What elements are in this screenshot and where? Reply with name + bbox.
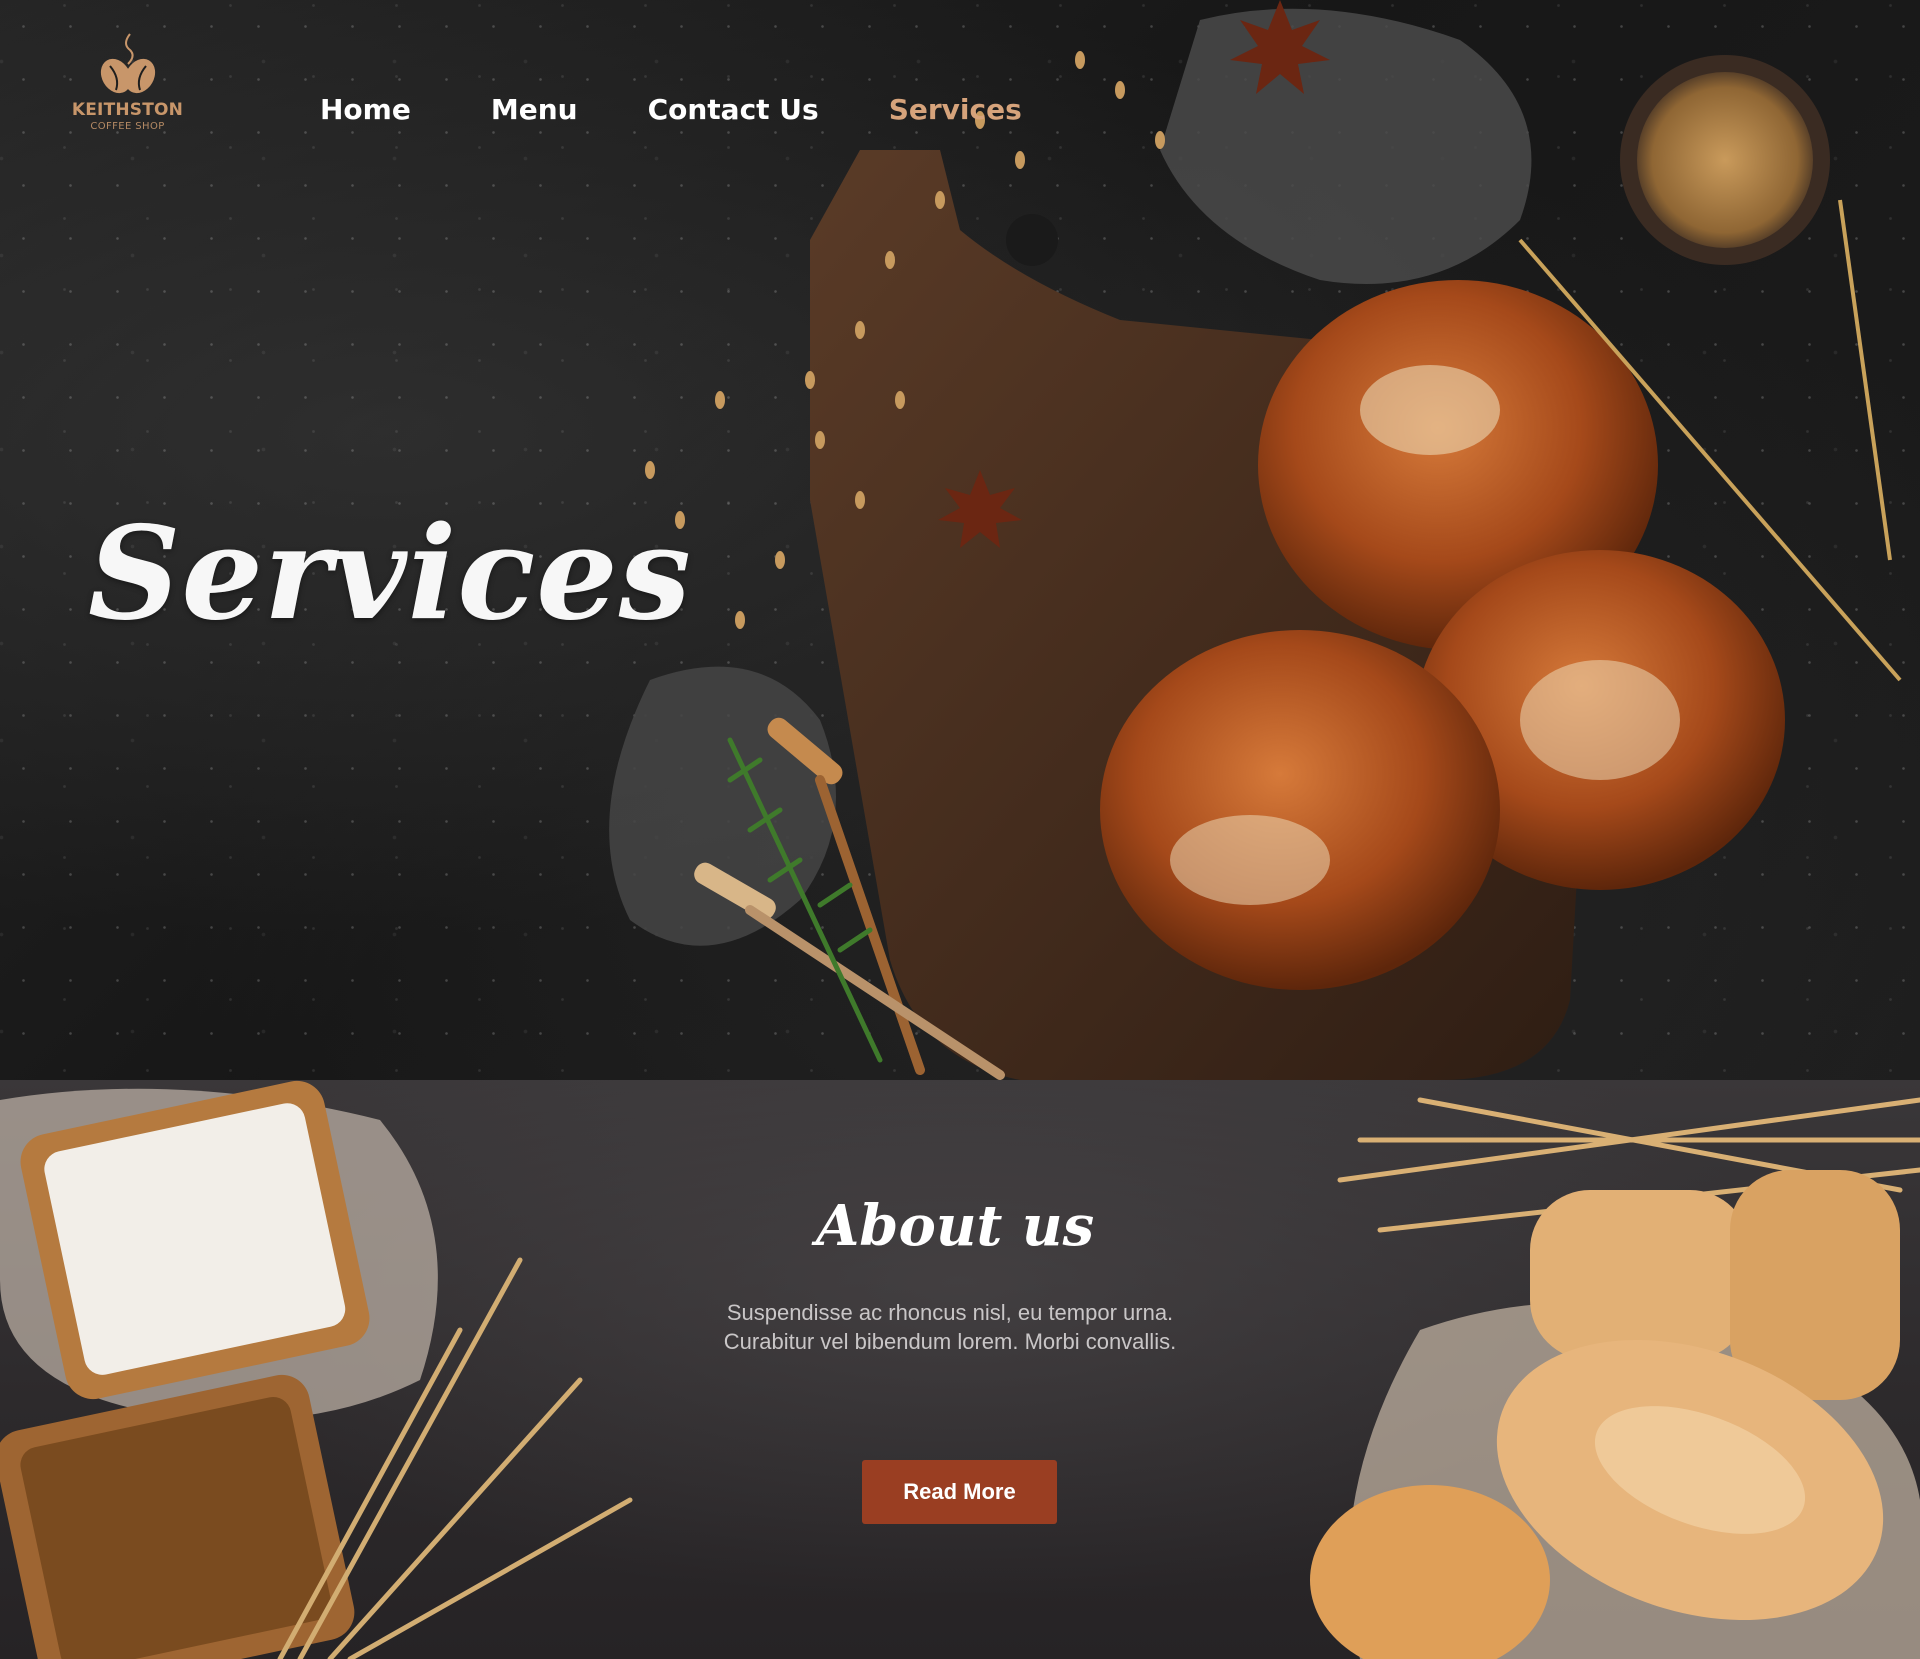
top-nav: KEITHSTON COFFEE SHOP Home Menu Contact … <box>0 0 1920 200</box>
page: KEITHSTON COFFEE SHOP Home Menu Contact … <box>0 0 1920 1659</box>
brand-logo[interactable]: KEITHSTON COFFEE SHOP <box>70 32 185 152</box>
coffee-bean-icon <box>100 33 155 94</box>
about-right-image <box>1310 1097 1920 1659</box>
nav-link-services[interactable]: Services <box>889 93 1022 126</box>
about-left-image <box>0 1080 633 1659</box>
read-more-button[interactable]: Read More <box>862 1460 1057 1524</box>
about-section: About us Suspendisse ac rhoncus nisl, eu… <box>0 1080 1920 1659</box>
nav-menu: Home Menu Contact Us Services <box>320 88 1022 130</box>
brand-name: KEITHSTON <box>71 100 184 120</box>
brand-tagline: COFFEE SHOP <box>90 121 165 132</box>
about-heading: About us <box>815 1193 1095 1259</box>
nav-link-home[interactable]: Home <box>320 93 411 126</box>
hero-section: KEITHSTON COFFEE SHOP Home Menu Contact … <box>0 0 1920 1080</box>
nav-link-contact-us[interactable]: Contact Us <box>648 93 819 126</box>
page-title: Services <box>88 499 692 649</box>
nav-link-menu[interactable]: Menu <box>491 93 578 126</box>
about-description: Suspendisse ac rhoncus nisl, eu tempor u… <box>723 1300 1177 1354</box>
